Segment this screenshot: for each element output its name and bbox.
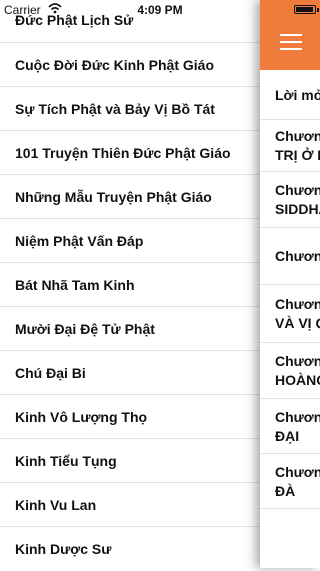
chapter-title: Chươn	[275, 463, 320, 480]
chapter-title: Chươn	[275, 296, 320, 312]
chapter-subtitle: ĐÀ	[275, 482, 296, 499]
chapter-title: Chươn	[275, 353, 320, 369]
menu-item-101-truyen[interactable]: 101 Truyện Thiên Đức Phật Giáo	[0, 131, 260, 175]
chapter-item[interactable]: Chươn SIDDHA	[260, 172, 320, 228]
chapter-subtitle: HOÀNG	[275, 372, 320, 388]
chapter-title: Lời mở	[275, 86, 320, 103]
chapter-title: Chươn	[275, 128, 320, 144]
chapter-item[interactable]: Chươn	[260, 228, 320, 285]
content-panel: Lời mở Chươn TRỊ Ở E Chươn SIDDHA Chươn …	[260, 0, 320, 568]
menu-item-nhung-mau-truyen[interactable]: Những Mẫu Truyện Phật Giáo	[0, 175, 260, 219]
status-time: 4:09 PM	[137, 3, 183, 17]
chapter-item[interactable]: Chươn VÀ VỊ Q	[260, 285, 320, 343]
menu-item-chu-dai-bi[interactable]: Chú Đại Bi	[0, 351, 260, 395]
chapter-item[interactable]: Chươn TRỊ Ở E	[260, 120, 320, 172]
chapter-item[interactable]: Lời mở	[260, 70, 320, 120]
book-menu-list: Đức Phật Lịch Sử Cuộc Đời Đức Kinh Phật …	[0, 0, 260, 568]
chapter-title: Chươn	[275, 408, 320, 425]
menu-item-kinh-duoc-su[interactable]: Kinh Dược Sư	[0, 527, 260, 571]
chapter-title: Chươn	[275, 182, 320, 198]
chapter-subtitle: ĐẠI	[275, 427, 300, 444]
menu-item-kinh-tieu-tung[interactable]: Kinh Tiểu Tụng	[0, 439, 260, 483]
chapter-item[interactable]: Chươn HOÀNG	[260, 343, 320, 399]
battery-icon	[294, 5, 319, 14]
menu-item-kinh-vu-lan[interactable]: Kinh Vu Lan	[0, 483, 260, 527]
chapter-subtitle: TRỊ Ở E	[275, 147, 320, 163]
menu-item-bat-nha[interactable]: Bát Nhã Tam Kinh	[0, 263, 260, 307]
chapter-item[interactable]: Chươn ĐẠI	[260, 399, 320, 454]
menu-item-cuoc-doi[interactable]: Cuộc Đời Đức Kinh Phật Giáo	[0, 43, 260, 87]
chapter-subtitle: VÀ VỊ Q	[275, 315, 320, 331]
menu-item-muoi-dai-de-tu[interactable]: Mười Đại Đệ Tử Phật	[0, 307, 260, 351]
chapter-title: Chươn	[275, 248, 320, 264]
chapter-item[interactable]: Chươn ĐÀ	[260, 454, 320, 509]
chapter-subtitle: SIDDHA	[275, 201, 320, 217]
menu-item-niem-phat[interactable]: Niệm Phật Vấn Đáp	[0, 219, 260, 263]
status-bar: Carrier 4:09 PM	[0, 0, 320, 20]
hamburger-menu-icon[interactable]	[280, 34, 302, 52]
menu-item-kinh-vo-luong-tho[interactable]: Kinh Vô Lượng Thọ	[0, 395, 260, 439]
menu-item-su-tich-phat[interactable]: Sự Tích Phật và Bảy Vị Bồ Tát	[0, 87, 260, 131]
